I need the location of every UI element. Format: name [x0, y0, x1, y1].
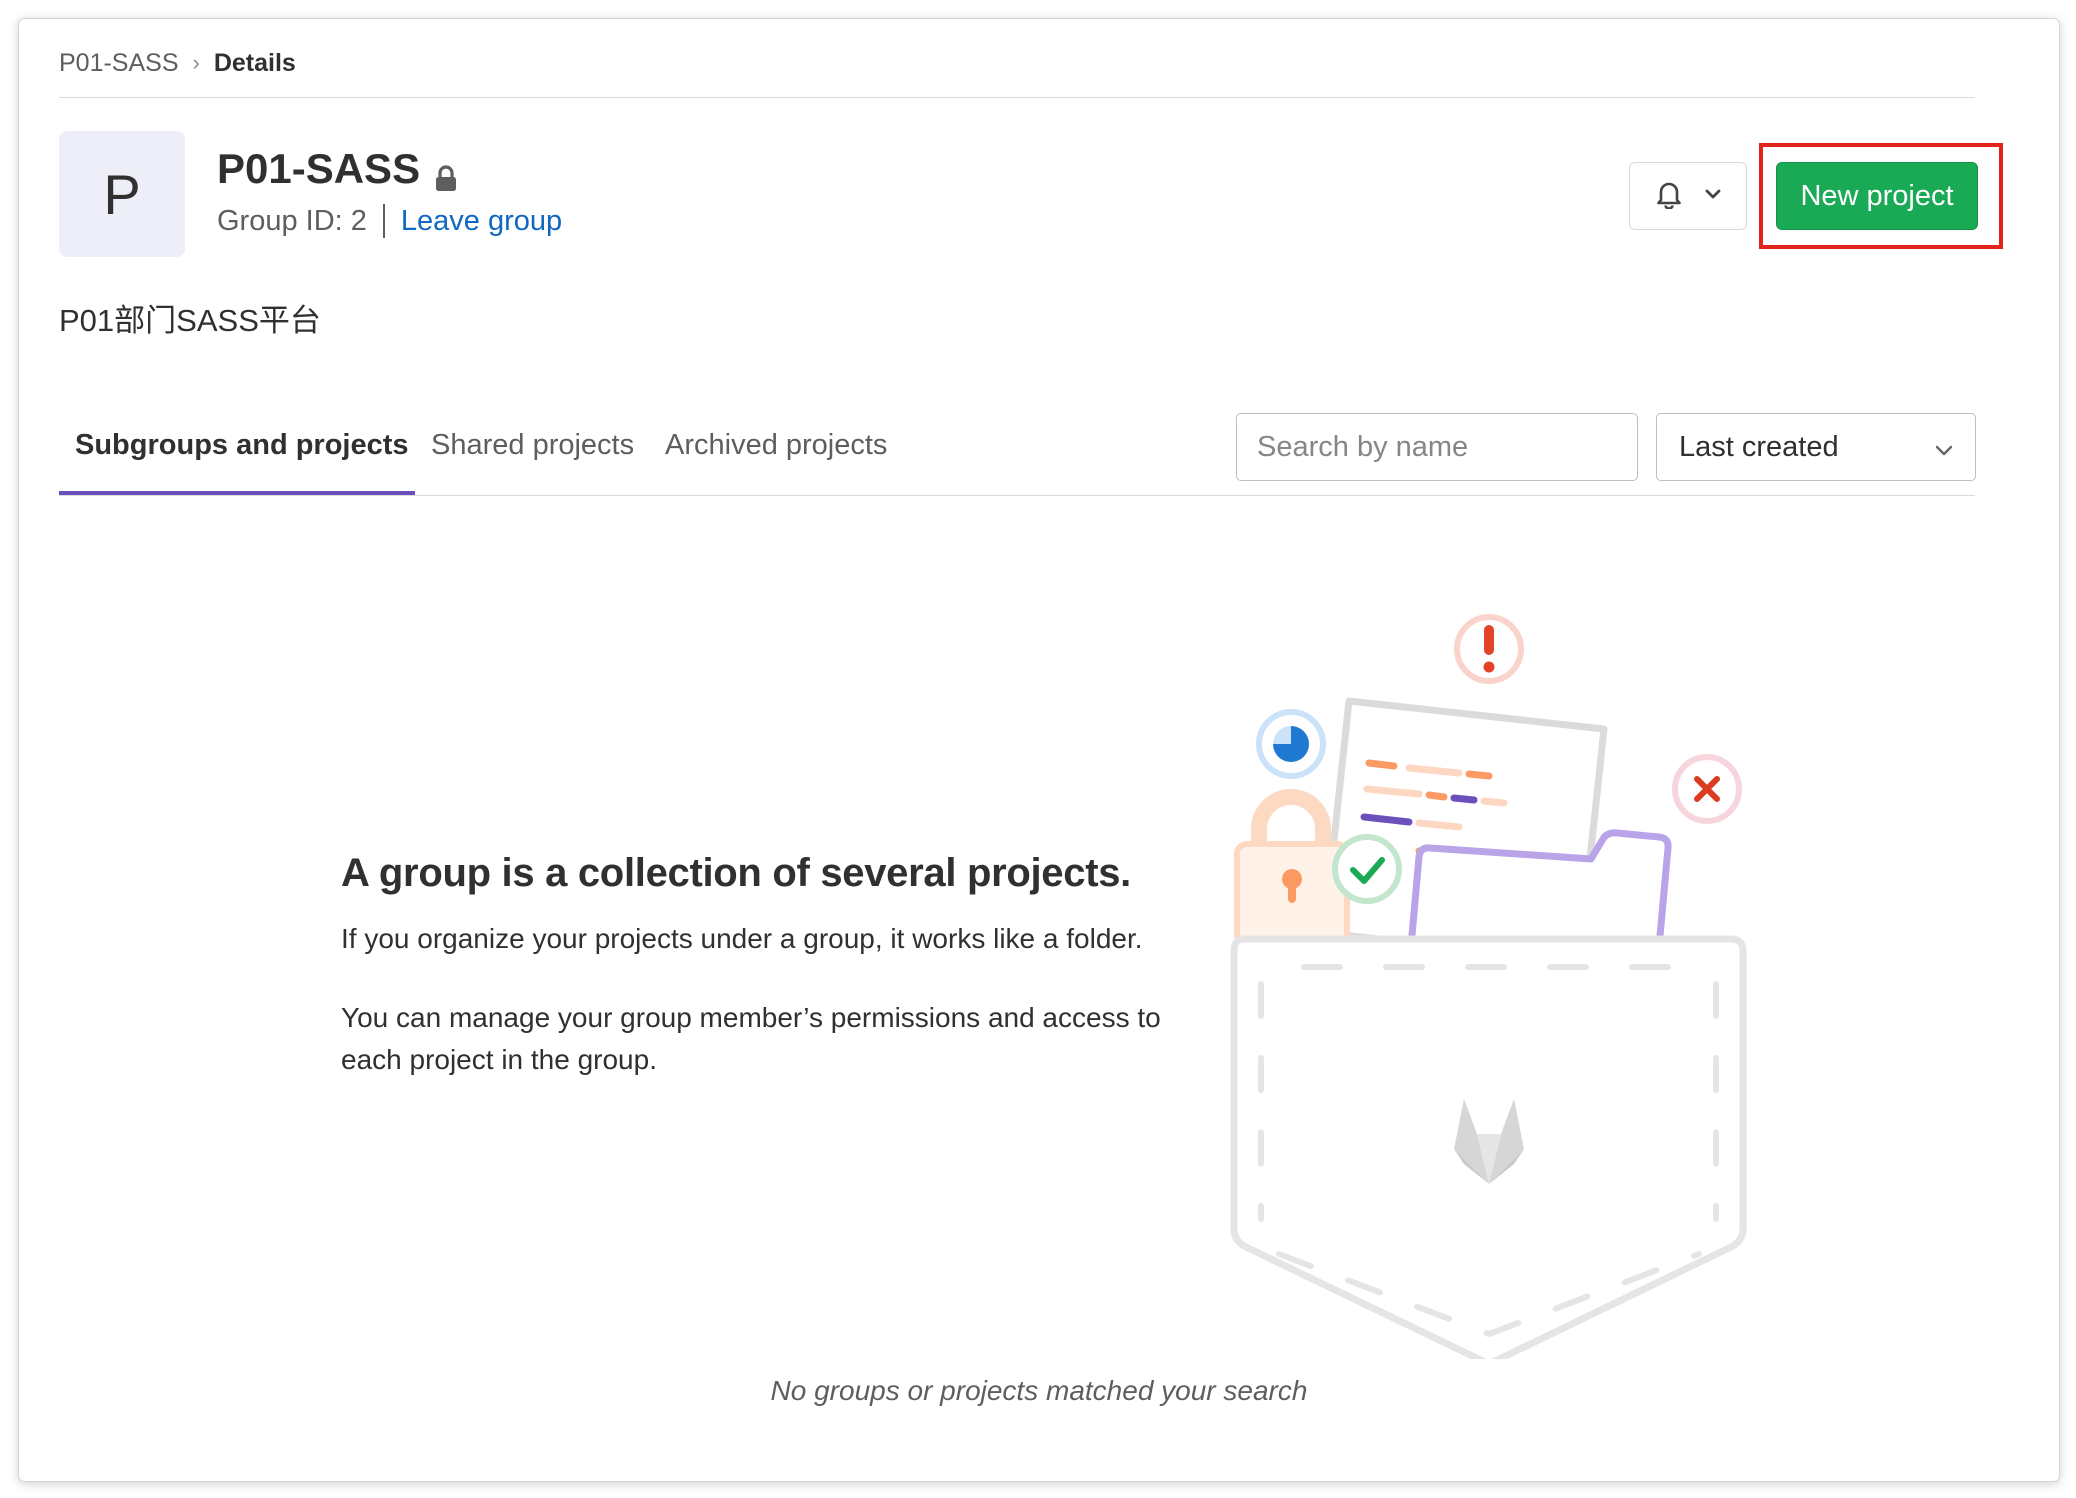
- avatar-letter: P: [103, 162, 141, 226]
- tab-shared-projects[interactable]: Shared projects: [431, 429, 634, 462]
- breadcrumb-current: Details: [213, 48, 296, 77]
- breadcrumb-group-link[interactable]: P01-SASS: [59, 49, 179, 78]
- search-input[interactable]: [1236, 413, 1638, 481]
- notification-dropdown-button[interactable]: [1629, 162, 1747, 230]
- lock-icon: [434, 155, 458, 191]
- bell-icon: [1655, 179, 1683, 214]
- group-meta: Group ID: 2 Leave group: [217, 204, 562, 238]
- group-name: P01-SASS: [217, 145, 421, 192]
- group-title: P01-SASS: [217, 145, 458, 193]
- padlock-icon: [1234, 789, 1350, 947]
- breadcrumb: P01-SASS › Details: [59, 33, 296, 93]
- group-id: Group ID: 2: [217, 204, 367, 237]
- check-icon: [1332, 834, 1402, 904]
- app-window: P01-SASS › Details P P01-SASS Group ID: …: [18, 18, 2060, 1482]
- pie-chart-icon: [1256, 709, 1326, 779]
- breadcrumb-divider: [59, 97, 1975, 98]
- tab-archived-projects[interactable]: Archived projects: [665, 429, 887, 462]
- empty-state-illustration: [1230, 614, 1747, 1359]
- empty-state-paragraph-2: You can manage your group member’s permi…: [341, 1002, 1161, 1075]
- sort-selected-value: Last created: [1679, 430, 1839, 463]
- chevron-right-icon: ›: [192, 50, 200, 75]
- error-icon: [1672, 754, 1742, 824]
- exclamation-icon: [1454, 614, 1524, 684]
- leave-group-link[interactable]: Leave group: [401, 205, 562, 238]
- empty-state-title: A group is a collection of several proje…: [341, 851, 1131, 895]
- group-avatar: P: [59, 131, 185, 257]
- new-project-button[interactable]: New project: [1776, 162, 1978, 230]
- tabs-divider: [59, 495, 1975, 496]
- chevron-down-icon: [1705, 187, 1721, 205]
- tab-subgroups-and-projects[interactable]: Subgroups and projects: [75, 429, 409, 462]
- meta-divider: [382, 204, 385, 238]
- active-tab-indicator: [59, 491, 415, 495]
- empty-state-paragraph-1: If you organize your projects under a gr…: [341, 923, 1143, 954]
- sort-dropdown[interactable]: Last created: [1656, 413, 1976, 481]
- no-results-message: No groups or projects matched your searc…: [770, 1375, 1308, 1406]
- group-description: P01部门SASS平台: [59, 303, 321, 338]
- chevron-down-icon: [1935, 431, 1953, 464]
